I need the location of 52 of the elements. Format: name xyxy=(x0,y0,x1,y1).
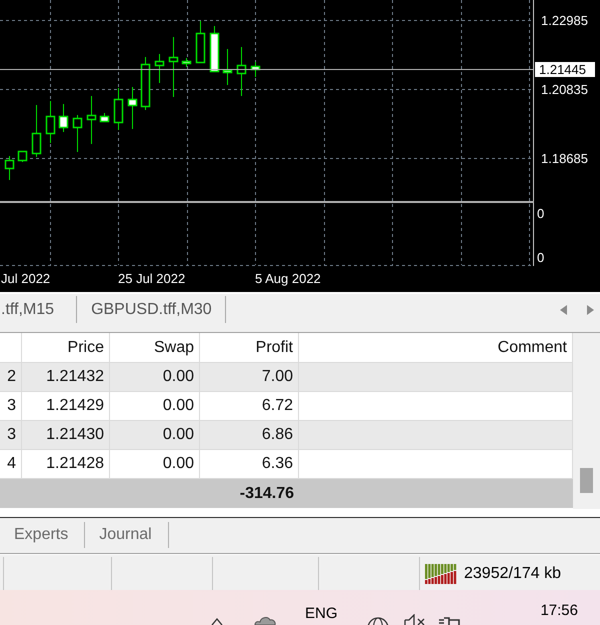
total-profit: -314.76 xyxy=(238,484,295,504)
table-row[interactable]: 2 1.21432 0.00 7.00 xyxy=(0,363,573,392)
language-indicator[interactable]: ENG xyxy=(305,605,338,622)
table-cell: 0.00 xyxy=(110,421,200,450)
cloud-icon[interactable] xyxy=(253,616,277,625)
plug-icon[interactable] xyxy=(438,616,462,625)
candle xyxy=(100,112,110,122)
table-cell: 2 xyxy=(0,363,22,392)
candle xyxy=(32,104,42,158)
scrollbar-track[interactable] xyxy=(573,333,600,509)
candle xyxy=(114,88,124,130)
candle xyxy=(222,48,232,86)
table-row[interactable]: 3 1.21430 0.00 6.86 xyxy=(0,421,573,450)
clock-time[interactable]: 17:56 xyxy=(540,602,578,619)
candle xyxy=(182,58,192,68)
scroll-right-icon[interactable] xyxy=(587,305,594,315)
price-label: 1.20835 xyxy=(541,82,588,97)
table-cell: 1.21432 xyxy=(22,363,110,392)
scroll-left-icon[interactable] xyxy=(560,305,567,315)
price-label: 1.22985 xyxy=(541,13,588,28)
candle xyxy=(58,104,68,132)
date-label: Jul 2022 xyxy=(1,271,50,286)
date-label: 25 Jul 2022 xyxy=(118,271,186,286)
candle xyxy=(236,46,246,96)
candle xyxy=(46,100,56,144)
candle xyxy=(196,20,206,64)
table-cell: 3 xyxy=(0,421,22,450)
traffic-text: 23952/174 kb xyxy=(464,564,561,582)
speaker-muted-icon[interactable] xyxy=(402,614,427,625)
candle xyxy=(18,150,28,162)
date-label: 5 Aug 2022 xyxy=(255,271,321,286)
table-cell: 6.86 xyxy=(200,421,299,450)
scrollbar-thumb[interactable] xyxy=(580,468,593,493)
table-cell: 1.21430 xyxy=(22,421,110,450)
candle xyxy=(154,54,164,84)
chart-tab[interactable]: .tff,M15 xyxy=(0,296,78,323)
candle xyxy=(210,26,220,72)
table-cell: 7.00 xyxy=(200,363,299,392)
candle xyxy=(140,56,150,110)
table-cell: 0.00 xyxy=(110,363,200,392)
candle xyxy=(168,36,178,98)
candle xyxy=(4,156,14,180)
candle xyxy=(250,62,260,78)
connection-bars-icon xyxy=(425,564,457,584)
price-label: 1.18685 xyxy=(541,151,588,166)
indicator-scale-label: 0 xyxy=(537,250,544,265)
current-price-label: 1.21445 xyxy=(535,62,595,77)
candle xyxy=(128,86,138,130)
indicator-scale-label: 0 xyxy=(537,206,544,221)
globe-icon[interactable] xyxy=(366,616,390,625)
candle xyxy=(72,114,82,152)
candle xyxy=(86,96,96,144)
